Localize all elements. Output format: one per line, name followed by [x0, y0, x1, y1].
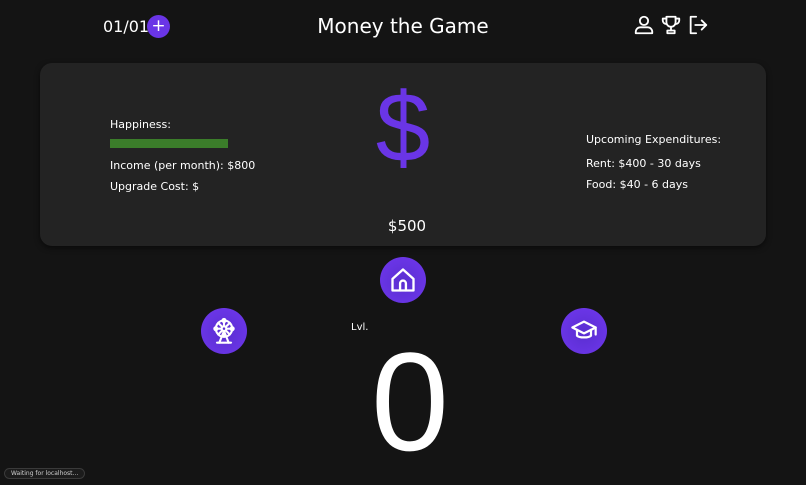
page-title: Money the Game: [317, 14, 489, 38]
profile-button[interactable]: [633, 14, 655, 36]
food-expenditure: Food: $40 - 6 days: [586, 178, 688, 191]
balance-amount: $500: [387, 217, 427, 235]
trophy-icon: [661, 15, 681, 35]
game-screen: 01/01 + Money the Game Happiness: Income…: [0, 0, 806, 485]
housing-button[interactable]: [380, 257, 426, 303]
user-icon: [634, 15, 654, 35]
rent-expenditure: Rent: $400 - 30 days: [586, 157, 701, 170]
status-card: Happiness: Income (per month): $800 Upgr…: [40, 63, 766, 246]
logout-button[interactable]: [687, 14, 709, 36]
graduation-cap-icon: [571, 320, 597, 339]
entertainment-button[interactable]: [201, 308, 247, 354]
leaderboard-button[interactable]: [660, 14, 682, 36]
level-value: 0: [371, 323, 449, 480]
ferris-wheel-icon: [213, 317, 235, 344]
expenditures-title: Upcoming Expenditures:: [586, 133, 722, 146]
status-bar: Waiting for localhost...: [4, 468, 86, 479]
logout-icon: [689, 15, 708, 35]
education-button[interactable]: [561, 308, 607, 354]
house-icon: [391, 268, 415, 292]
